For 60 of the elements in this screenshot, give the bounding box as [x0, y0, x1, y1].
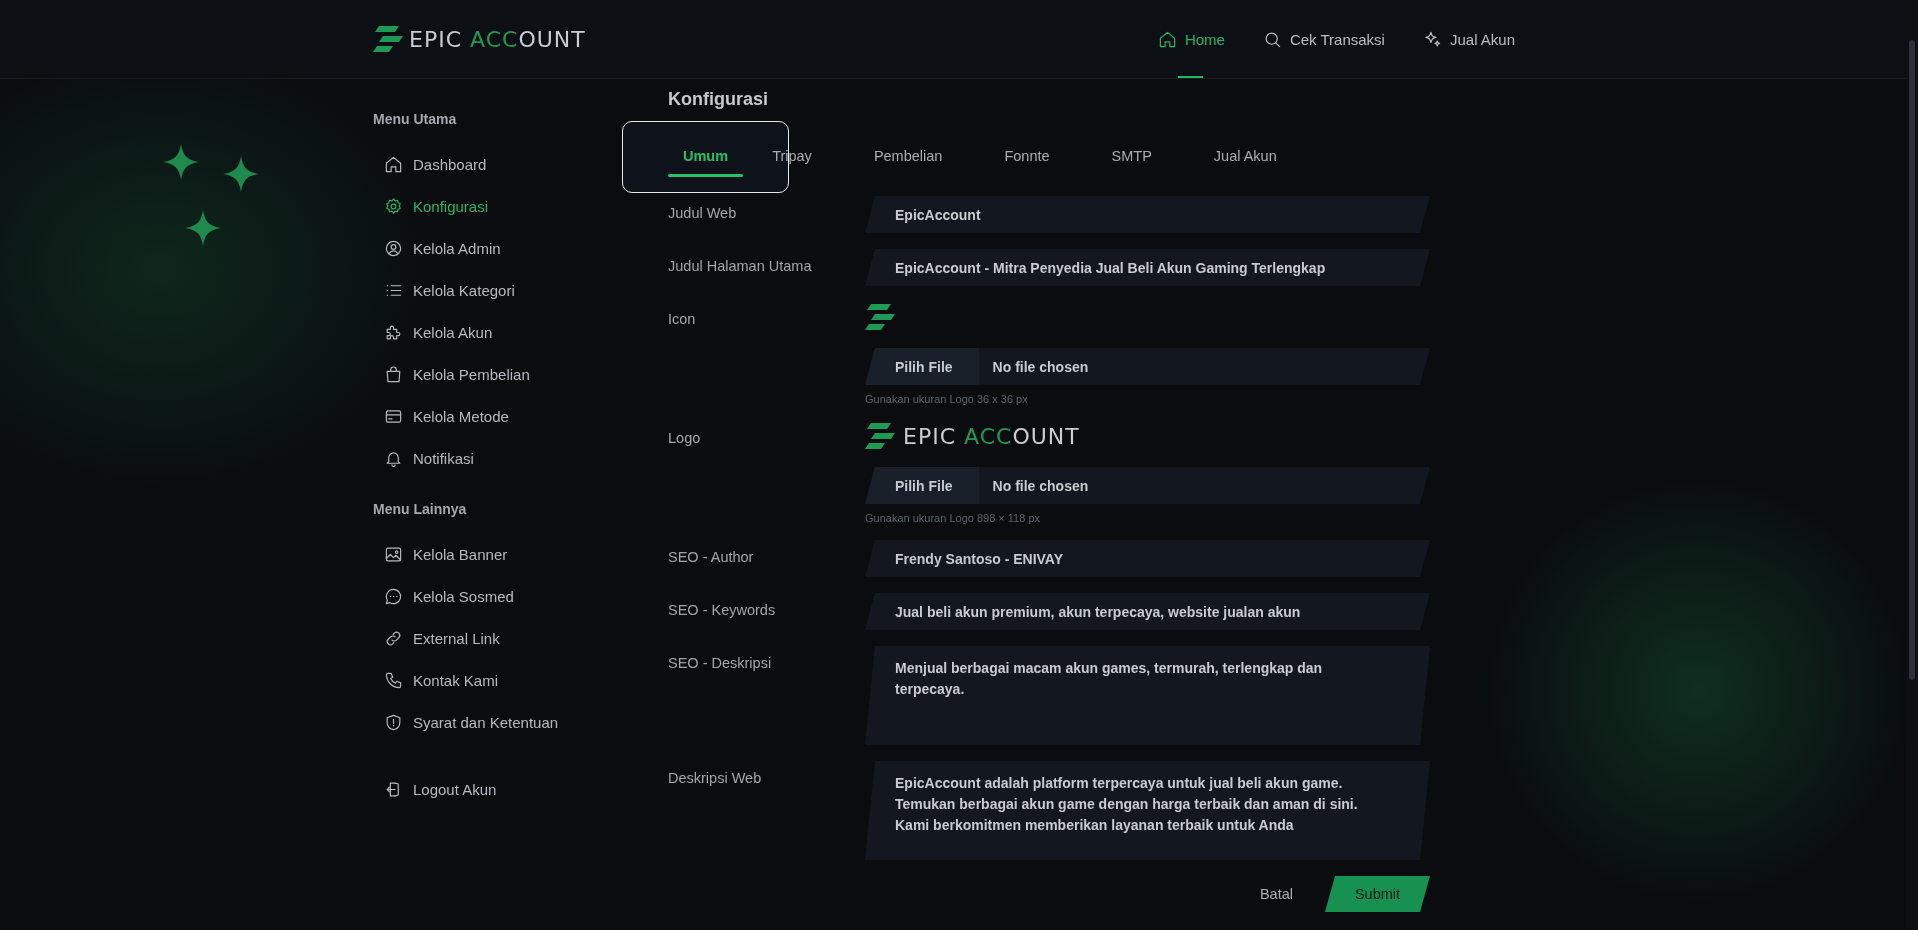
field-label: Logo	[668, 430, 701, 446]
tab[interactable]: Fonnte	[983, 133, 1071, 179]
text-area[interactable]: Menjual berbagai macam akun games, termurah, terlengkap dan terpecaya.	[865, 646, 1430, 745]
chat-icon	[384, 586, 403, 606]
sidebar-item[interactable]: Kelola Metode	[373, 395, 509, 437]
tab[interactable]: Jual Akun	[1192, 133, 1298, 179]
nav-link[interactable]: Cek Transaksi	[1262, 0, 1385, 78]
hint-text: Gunakan ukuran Logo 36 x 36 px	[865, 393, 1029, 405]
sidebar-item[interactable]: Dashboard	[373, 143, 487, 185]
nav-link[interactable]: Home	[1157, 0, 1225, 78]
input-field[interactable]: EpicAccount	[865, 196, 1430, 233]
field-label: Icon	[668, 311, 696, 327]
field-label: SEO - Keywords	[668, 602, 776, 618]
text-area[interactable]: EpicAccount adalah platform terpercaya untuk jual beli akun game. Temukan berbagai akun game dengan harga terbaik dan aman di sini. Kami berkomitmen memberikan layanan terbaik untuk Anda	[865, 761, 1430, 860]
field-label: Judul Halaman Utama	[668, 258, 812, 274]
input-field[interactable]: Jual beli akun premium, akun terpecaya, website jualan akun	[865, 593, 1430, 630]
sidebar-item[interactable]: Notifikasi	[373, 437, 474, 479]
home-icon	[384, 154, 403, 174]
field-label: Deskripsi Web	[668, 770, 762, 786]
logo-wordmark: EPIC ACCOUNT	[409, 26, 586, 52]
sidebar-item[interactable]: Kelola Admin	[373, 227, 501, 269]
bag-icon	[384, 364, 403, 384]
cancel-button[interactable]: Batal	[1255, 878, 1297, 910]
sidebar-item[interactable]: Syarat dan Ketentuan	[373, 701, 559, 743]
tab[interactable]: Pembelian	[852, 133, 964, 179]
hint-text: Gunakan ukuran Logo 898 × 118 px	[865, 512, 1042, 524]
shield-icon	[384, 712, 403, 732]
nav-link[interactable]: Jual Akun	[1422, 0, 1515, 78]
sidebar-item[interactable]: Kelola Akun	[373, 311, 493, 353]
sidebar-item[interactable]: Kontak Kami	[373, 659, 499, 701]
field-label: Judul Web	[668, 205, 737, 221]
sidebar-item[interactable]: Kelola Kategori	[373, 269, 515, 311]
file-input[interactable]: Pilih File No file chosen	[865, 348, 1430, 385]
gear-icon	[384, 196, 403, 216]
section-title: Menu Lainnya	[373, 501, 467, 519]
sidebar-item[interactable]: Konfigurasi	[373, 185, 489, 227]
home-icon	[1157, 29, 1177, 49]
file-input[interactable]: Pilih File No file chosen	[865, 467, 1430, 504]
sidebar-item[interactable]: Kelola Sosmed	[373, 575, 514, 617]
tab[interactable]: SMTP	[1090, 133, 1173, 179]
user-icon	[384, 238, 403, 258]
field-label: SEO - Author	[668, 549, 754, 565]
submit-button[interactable]: Submit	[1325, 876, 1430, 912]
sparkles-icon	[1422, 29, 1442, 49]
input-field[interactable]: Frendy Santoso - ENIVAY	[865, 540, 1430, 577]
sidebar-item[interactable]: External Link	[373, 617, 500, 659]
logout-link[interactable]: Logout Akun	[373, 768, 497, 810]
logo-icon	[865, 423, 895, 449]
sidebar-item[interactable]: Kelola Pembelian	[373, 353, 530, 395]
input-field[interactable]: EpicAccount - Mitra Penyedia Jual Beli Akun Gaming Terlengkap	[865, 249, 1430, 286]
logo-wordmark: EPIC ACCOUNT	[903, 423, 1080, 449]
logo-icon	[373, 26, 403, 52]
logo-icon	[865, 304, 895, 330]
sidebar-item[interactable]: Kelola Banner	[373, 533, 508, 575]
phone-icon	[384, 670, 403, 690]
section-title: Menu Utama	[373, 111, 457, 129]
page-title: Konfigurasi	[668, 88, 769, 111]
field-label: SEO - Deskripsi	[668, 655, 772, 671]
link-icon	[384, 628, 403, 648]
tab[interactable]: Umum	[668, 133, 744, 179]
